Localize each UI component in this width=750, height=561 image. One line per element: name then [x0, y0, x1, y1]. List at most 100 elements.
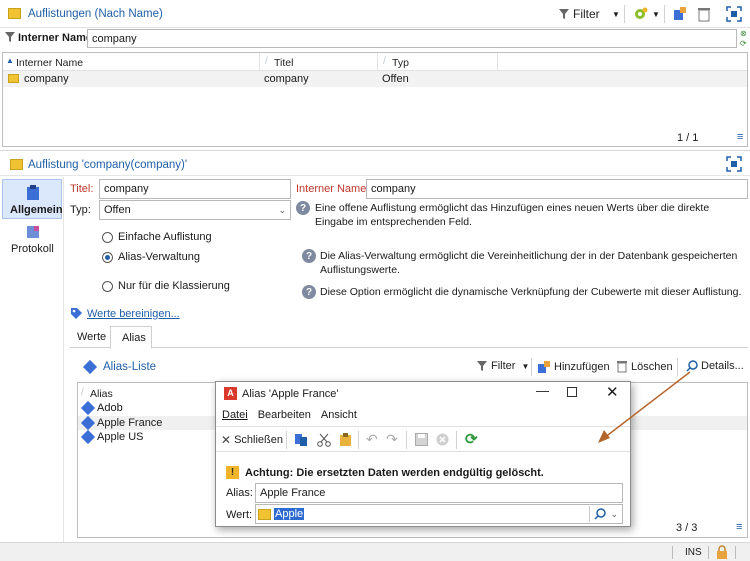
gear-icon[interactable] — [632, 6, 648, 22]
filter-button[interactable]: Filter ▼ — [476, 360, 529, 372]
clean-values-link[interactable]: Werte bereinigen... — [70, 307, 180, 320]
filter-icon — [5, 32, 15, 42]
undo-icon[interactable]: ↶ — [366, 431, 378, 448]
filter-dropdown-icon[interactable]: ▼ — [612, 10, 620, 19]
trash-icon[interactable] — [696, 6, 712, 22]
menu-icon[interactable]: ≡ — [737, 131, 743, 143]
paste-icon[interactable] — [339, 432, 352, 447]
table-row[interactable]: company company Offen — [3, 71, 747, 87]
value-input[interactable]: Apple ⌄ — [255, 504, 623, 524]
radio-alias-management[interactable]: Alias-Verwaltung — [102, 251, 200, 263]
filter-button[interactable]: Filter — [558, 7, 600, 21]
alias-icon — [80, 429, 96, 445]
insert-mode: INS — [685, 547, 702, 558]
radio-classification-only[interactable]: Nur für die Klassierung — [102, 280, 230, 292]
detail-title: Auflistung 'company(company)' — [28, 159, 188, 171]
column-header-title[interactable]: Titel — [274, 57, 293, 69]
gear-dropdown-icon[interactable]: ▼ — [652, 10, 660, 19]
close-button[interactable]: ✕ Schließen — [221, 433, 283, 447]
alias-icon — [80, 400, 96, 416]
listing-icon — [8, 74, 19, 83]
list-item[interactable]: Apple US — [80, 429, 143, 445]
annotation-arrow — [598, 371, 691, 443]
maximize-icon[interactable] — [726, 156, 742, 172]
alias-label: Alias: — [226, 487, 253, 499]
chevron-down-icon: ⌄ — [610, 508, 618, 519]
list-item[interactable]: Adob — [80, 400, 123, 416]
filter-icon — [559, 9, 569, 19]
tag-icon — [71, 308, 82, 319]
dialog-toolbar: ✕ Schließen ↶ ↷ ⟳ — [216, 426, 630, 452]
redo-icon[interactable]: ↷ — [386, 431, 398, 448]
alias-input[interactable]: Apple France — [255, 483, 623, 503]
tab-values[interactable]: Werte — [77, 331, 106, 343]
menu-file[interactable]: Datei — [222, 409, 248, 421]
column-header-name[interactable]: Interner Name — [16, 57, 83, 69]
add-icon[interactable] — [672, 6, 688, 22]
value-label: Wert: — [226, 509, 253, 521]
table-header: ▲ Interner Name / Titel / Typ — [3, 53, 747, 71]
save-icon[interactable] — [415, 433, 428, 446]
close-icon: ✕ — [221, 433, 232, 447]
dialog-title: Alias 'Apple France' — [242, 388, 339, 400]
column-header-alias[interactable]: Alias — [90, 388, 113, 400]
minimize-button[interactable]: — — [536, 383, 549, 398]
sort-ascending-icon[interactable]: ▲ — [6, 56, 14, 65]
internal-name-label: Interner Name: — [296, 183, 370, 195]
copy-icon[interactable] — [294, 433, 308, 447]
warning-message: ! Achtung: Die ersetzten Daten werden en… — [226, 466, 544, 479]
tab-alias[interactable]: Alias — [110, 326, 152, 349]
title-label: Titel: — [70, 183, 94, 195]
internal-name-filter-input[interactable]: company — [87, 29, 737, 48]
tab-protokoll[interactable]: Protokoll — [2, 223, 62, 259]
separator — [624, 5, 625, 23]
cancel-icon[interactable] — [436, 433, 449, 446]
maximize-icon[interactable] — [726, 6, 742, 22]
add-icon — [538, 361, 550, 373]
help-text-cube: Diese Option ermöglicht die dynamische V… — [320, 286, 742, 298]
search-icon — [594, 508, 607, 520]
warning-icon: ! — [226, 466, 239, 479]
app-icon: A — [224, 387, 237, 400]
internal-name-input[interactable]: company — [366, 179, 748, 199]
side-tabs: Allgemein Protokoll — [0, 177, 64, 542]
help-text-alias: Die Alias-Verwaltung ermöglicht die Vere… — [320, 250, 738, 276]
refresh-icon[interactable]: ⟳ — [740, 39, 747, 48]
column-header-type[interactable]: Typ — [392, 57, 409, 69]
clipboard-icon — [27, 185, 39, 200]
menu-icon[interactable]: ≡ — [736, 521, 742, 533]
menu-edit[interactable]: Bearbeiten — [258, 409, 311, 421]
alias-icon — [80, 415, 96, 431]
dialog-menubar: Datei Bearbeiten Ansicht — [222, 409, 357, 421]
status-bar: INS — [0, 542, 750, 561]
maximize-button[interactable] — [567, 387, 577, 397]
listing-icon — [258, 508, 271, 520]
title-input[interactable]: company — [99, 179, 291, 199]
cell-name: company — [24, 73, 69, 85]
detail-header: Auflistung 'company(company)' — [0, 150, 750, 176]
scissors-icon[interactable] — [317, 433, 331, 447]
dialog-titlebar: A Alias 'Apple France' — ✕ — [216, 382, 630, 405]
separator — [664, 5, 665, 23]
radio-simple-listing[interactable]: Einfache Auflistung — [102, 231, 212, 243]
menu-view[interactable]: Ansicht — [321, 409, 357, 421]
value-tabs: Werte Alias — [70, 326, 748, 349]
help-text-open-listing: Eine offene Auflistung ermöglicht das Hi… — [315, 202, 710, 228]
listing-icon — [8, 8, 21, 19]
alias-icon — [82, 359, 98, 375]
chevron-down-icon: ⌄ — [278, 204, 286, 215]
cell-title: company — [264, 73, 309, 85]
clear-filter-icon[interactable]: ⊗ — [740, 29, 747, 38]
tab-allgemein[interactable]: Allgemein — [2, 179, 63, 219]
filter-dropdown-icon: ▼ — [521, 361, 530, 371]
filter-icon — [477, 361, 487, 371]
filter-field-label: Interner Name: — [18, 32, 96, 44]
alias-list-title: Alias-Liste — [103, 361, 157, 373]
refresh-icon[interactable]: ⟳ — [465, 430, 478, 448]
listing-icon — [10, 159, 23, 170]
type-select[interactable]: Offen ⌄ — [99, 200, 291, 220]
cell-type: Offen — [382, 73, 409, 85]
pager: 3 / 3 — [676, 522, 698, 534]
help-icon: ? — [302, 249, 316, 263]
help-icon: ? — [296, 201, 310, 215]
